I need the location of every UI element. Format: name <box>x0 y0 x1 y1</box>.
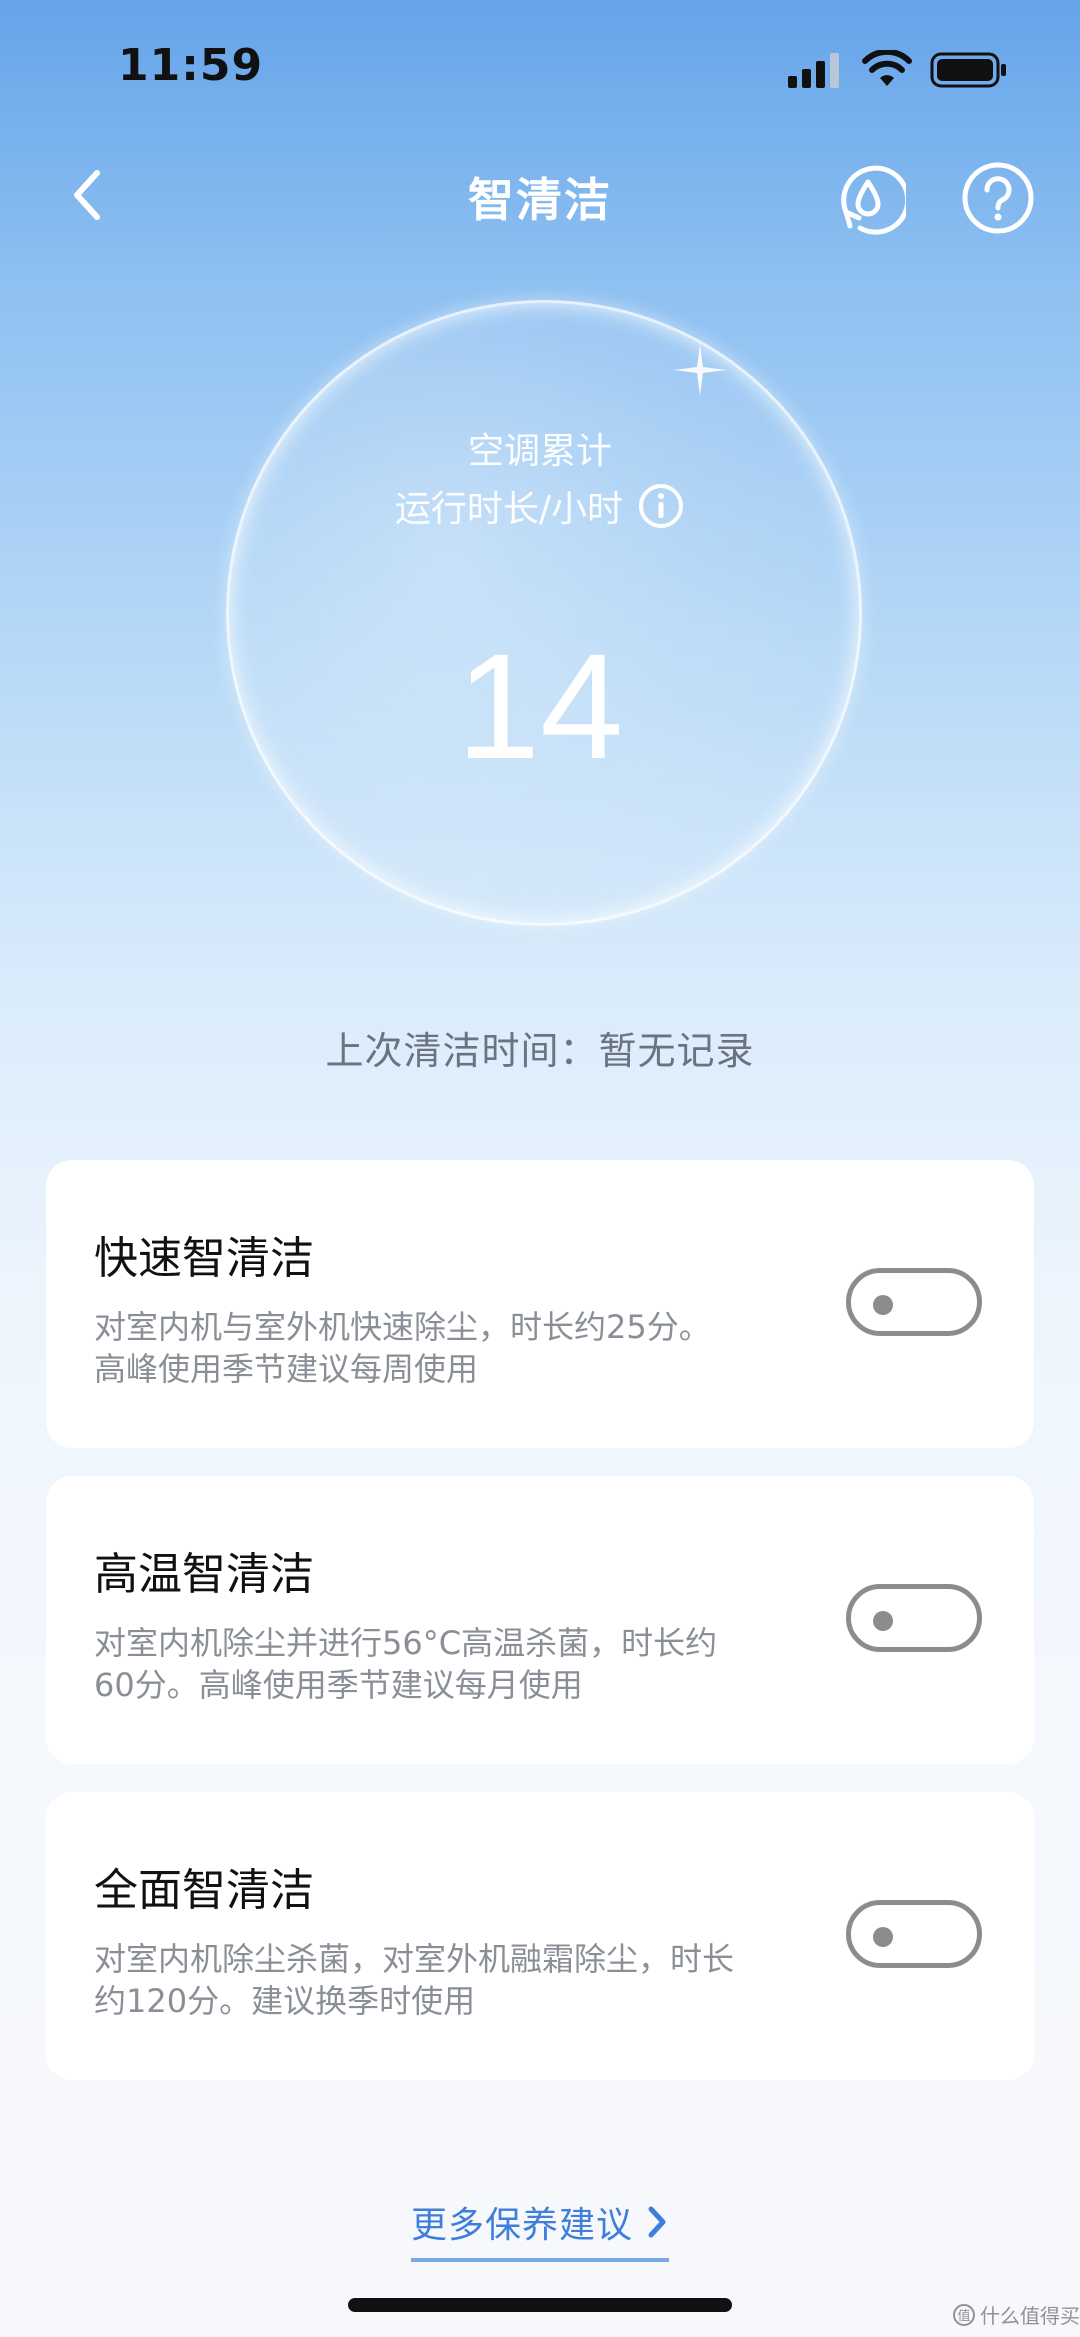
card-description-line1: 对室内机除尘杀菌，对室外机融霜除尘，时长 <box>94 1940 735 1978</box>
card-description-line1: 对室内机除尘并进行56°C高温杀菌，时长约 <box>94 1624 718 1662</box>
help-button[interactable] <box>960 160 1036 236</box>
card-title: 高温智清洁 <box>94 1549 314 1600</box>
full-clean-toggle[interactable] <box>846 1900 982 1968</box>
more-maintenance-label: 更多保养建议 <box>410 2205 633 2246</box>
card-description-line1: 对室内机与室外机快速除尘，时长约25分。 <box>94 1308 711 1346</box>
watermark-text: 什么值得买 <box>980 2304 1080 2328</box>
wifi-icon <box>862 50 912 86</box>
status-bar: 11:59 <box>0 0 1080 140</box>
toggle-knob <box>873 1927 893 1947</box>
cellular-signal-icon <box>788 53 839 88</box>
info-icon[interactable] <box>637 482 685 530</box>
sparkle-icon <box>674 344 726 396</box>
card-description: 对室内机除尘杀菌，对室外机融霜除尘，时长 约120分。建议换季时使用 <box>94 1938 854 2022</box>
card-description-line2: 高峰使用季节建议每周使用 <box>94 1350 479 1388</box>
home-indicator[interactable] <box>348 2298 732 2312</box>
more-maintenance-link[interactable]: 更多保养建议 <box>410 2196 669 2262</box>
battery-icon <box>930 52 1006 88</box>
svg-text:值: 值 <box>957 2308 970 2324</box>
card-title: 快速智清洁 <box>94 1233 314 1284</box>
water-drop-button[interactable] <box>830 160 906 236</box>
high-temp-clean-toggle[interactable] <box>846 1584 982 1652</box>
watermark-logo-icon: 值 <box>953 2303 975 2326</box>
last-clean-time: 上次清洁时间：暂无记录 <box>325 1029 755 1073</box>
runtime-label-line1: 空调累计 <box>467 431 612 472</box>
runtime-label-line2: 运行时长/小时 <box>394 489 624 530</box>
toggle-knob <box>873 1611 893 1631</box>
card-full-clean: 全面智清洁 对室内机除尘杀菌，对室外机融霜除尘，时长 约120分。建议换季时使用 <box>46 1792 1034 2080</box>
nav-bar: 智清洁 <box>0 140 1080 250</box>
quick-clean-toggle[interactable] <box>846 1268 982 1336</box>
card-title: 全面智清洁 <box>94 1865 314 1916</box>
runtime-bubble <box>226 300 862 926</box>
watermark: 值 什么值得买 <box>952 2300 1080 2329</box>
water-drop-icon <box>841 165 906 235</box>
question-mark-icon <box>962 162 1034 234</box>
card-high-temp-clean: 高温智清洁 对室内机除尘并进行56°C高温杀菌，时长约 60分。高峰使用季节建议… <box>46 1476 1034 1764</box>
card-description: 对室内机与室外机快速除尘，时长约25分。 高峰使用季节建议每周使用 <box>94 1306 854 1390</box>
chevron-right-icon <box>648 2206 666 2238</box>
toggle-knob <box>873 1295 893 1315</box>
card-description-line2: 约120分。建议换季时使用 <box>94 1982 476 2020</box>
runtime-value: 14 <box>456 622 624 790</box>
runtime-label-line2-row: 运行时长/小时 <box>0 480 1080 532</box>
status-time: 11:59 <box>118 40 264 91</box>
card-quick-clean: 快速智清洁 对室内机与室外机快速除尘，时长约25分。 高峰使用季节建议每周使用 <box>46 1160 1034 1448</box>
more-maintenance-row: 更多保养建议 <box>0 2196 1080 2262</box>
card-description-line2: 60分。高峰使用季节建议每月使用 <box>94 1666 583 1704</box>
card-description: 对室内机除尘并进行56°C高温杀菌，时长约 60分。高峰使用季节建议每月使用 <box>94 1622 854 1706</box>
page-title: 智清洁 <box>468 173 612 227</box>
